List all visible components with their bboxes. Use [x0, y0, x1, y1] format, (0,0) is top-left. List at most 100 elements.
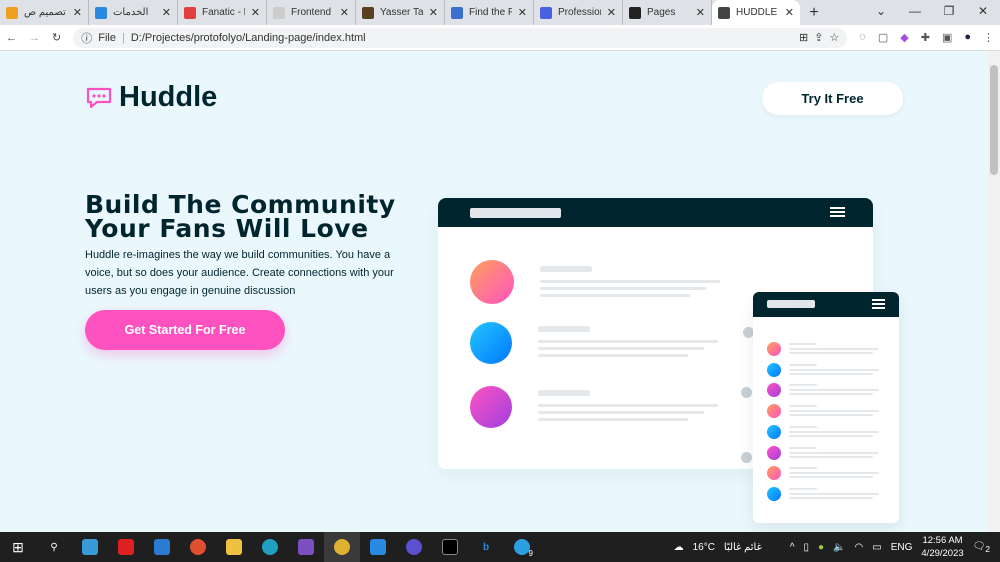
favicon-icon — [273, 6, 285, 19]
toolbar: ← → ↻ ⓘ File | D:/Projectes/protofolyo/L… — [0, 25, 1000, 51]
share-icon[interactable]: ⇪ — [814, 31, 823, 44]
description: Huddle re-imagines the way we build comm… — [85, 249, 394, 297]
info-icon: ⓘ — [81, 32, 93, 45]
bing-icon[interactable]: b — [468, 532, 504, 562]
close-tab-icon[interactable]: ✕ — [518, 6, 527, 19]
weather-text[interactable]: غائم غالبًا — [724, 542, 762, 553]
tab[interactable]: الخدمات ✕ — [89, 0, 178, 25]
search-icon[interactable]: ⚲ — [36, 532, 72, 562]
mockup-mobile — [753, 292, 899, 523]
headline: Build The Community Your Fans Will Love — [85, 190, 396, 243]
profile-avatar[interactable]: ● — [964, 31, 971, 44]
favicon-icon — [629, 6, 641, 19]
store-icon[interactable] — [72, 532, 108, 562]
forward-icon[interactable]: → — [29, 32, 40, 44]
scrollbar[interactable] — [988, 51, 1000, 532]
language[interactable]: ENG — [891, 542, 913, 553]
tab-title: Fanatic - F — [202, 7, 245, 18]
file-label: File — [98, 31, 116, 44]
tab-title: تصميم ص — [24, 7, 66, 18]
side-panel-icon[interactable]: ▣ — [942, 31, 952, 44]
extension-icon[interactable]: ▢ — [878, 31, 888, 44]
chrome-icon[interactable] — [324, 532, 360, 562]
weather-temp[interactable]: 16°C — [693, 542, 715, 553]
address-bar[interactable]: ⓘ File | D:/Projectes/protofolyo/Landing… — [73, 27, 848, 48]
tab[interactable]: Find the Pr ✕ — [445, 0, 534, 25]
meet-icon[interactable]: ▯ — [804, 542, 810, 553]
tab-title: HUDDLE — [736, 7, 778, 18]
favicon-icon — [451, 6, 463, 19]
youtube-icon[interactable] — [108, 532, 144, 562]
bookmark-star-icon[interactable]: ☆ — [829, 31, 839, 44]
puzzle-icon[interactable]: ✚ — [921, 31, 930, 44]
close-tab-icon[interactable]: ✕ — [340, 6, 349, 19]
mail-icon[interactable] — [144, 532, 180, 562]
logo[interactable]: Huddle — [85, 81, 217, 114]
new-tab-button[interactable]: + — [800, 0, 828, 25]
tab-title: Find the Pr — [469, 7, 512, 18]
folder-icon[interactable] — [216, 532, 252, 562]
taskbar: ⊞ ⚲ b 9 ☁ 16°C غائم غالبًا ^ ▯ ● 🔈 ◠ ▭ E… — [0, 532, 1000, 562]
close-tab-icon[interactable]: ✕ — [73, 6, 82, 19]
close-tab-icon[interactable]: ✕ — [696, 6, 705, 19]
tab-title: Professiona — [558, 7, 601, 18]
close-tab-icon[interactable]: ✕ — [429, 6, 438, 19]
extension-icon[interactable]: ◆ — [900, 31, 908, 44]
tab-title: Pages — [647, 7, 676, 18]
translate-icon[interactable]: ⊞ — [799, 31, 808, 44]
terminal-icon[interactable] — [432, 532, 468, 562]
tab[interactable]: تصميم ص ✕ — [0, 0, 89, 25]
app-icon[interactable] — [180, 532, 216, 562]
tab[interactable]: Professiona ✕ — [534, 0, 623, 25]
start-button[interactable]: ⊞ — [0, 532, 36, 562]
close-tab-icon[interactable]: ✕ — [162, 6, 171, 19]
landing-page: Huddle Try It Free Build The Community Y… — [0, 51, 988, 532]
close-window-button[interactable]: ✕ — [966, 0, 1000, 22]
try-it-free-button[interactable]: Try It Free — [762, 82, 903, 115]
extension-icon[interactable]: ◌ — [859, 31, 866, 44]
clock[interactable]: 12:56 AM 4/29/2023 — [921, 534, 963, 560]
chevron-up-icon[interactable]: ^ — [790, 542, 795, 553]
tab[interactable]: Pages ✕ — [623, 0, 712, 25]
maximize-button[interactable]: ❐ — [932, 0, 966, 22]
tab[interactable]: Frontend M ✕ — [267, 0, 356, 25]
back-icon[interactable]: ← — [6, 32, 17, 44]
tab-search-icon[interactable]: ⌄ — [864, 0, 898, 22]
tab-title: Frontend M — [291, 7, 334, 18]
app-tray-icon[interactable]: ● — [818, 542, 824, 553]
reload-icon[interactable]: ↻ — [52, 31, 61, 44]
notifications-icon[interactable]: 🗨2 — [973, 541, 990, 554]
badge: 9 — [528, 549, 533, 558]
telegram-icon[interactable]: 9 — [504, 532, 540, 562]
close-tab-icon[interactable]: ✕ — [251, 6, 260, 19]
url-text: D:/Projectes/protofolyo/Landing-page/ind… — [130, 31, 366, 44]
tab-strip: تصميم ص✕الخدمات✕Fanatic - F✕Frontend M✕Y… — [0, 0, 1000, 25]
weather-icon[interactable]: ☁ — [674, 542, 684, 553]
hamburger-icon — [830, 207, 845, 219]
tab-title: الخدمات — [113, 7, 149, 18]
get-started-button[interactable]: Get Started For Free — [85, 310, 285, 350]
minimize-button[interactable]: — — [898, 0, 932, 22]
favicon-icon — [362, 6, 374, 19]
battery-icon[interactable]: ▭ — [872, 542, 881, 553]
app-icon[interactable] — [396, 532, 432, 562]
menu-icon[interactable]: ⋮ — [983, 31, 994, 44]
edge-icon[interactable] — [252, 532, 288, 562]
tab[interactable]: Fanatic - F ✕ — [178, 0, 267, 25]
tab[interactable]: HUDDLE ✕ — [712, 0, 800, 25]
tab-title: Yasser Taw — [380, 7, 423, 18]
volume-icon[interactable]: 🔈 — [833, 542, 845, 553]
favicon-icon — [6, 6, 18, 19]
favicon-icon — [718, 6, 730, 19]
chat-bubble-icon — [86, 87, 112, 108]
vscode-icon[interactable] — [360, 532, 396, 562]
close-tab-icon[interactable]: ✕ — [607, 6, 616, 19]
favicon-icon — [184, 6, 196, 19]
favicon-icon — [95, 6, 107, 19]
favicon-icon — [540, 6, 552, 19]
close-tab-icon[interactable]: ✕ — [785, 6, 794, 19]
tab[interactable]: Yasser Taw ✕ — [356, 0, 445, 25]
visual-studio-icon[interactable] — [288, 532, 324, 562]
wifi-icon[interactable]: ◠ — [855, 542, 864, 553]
logo-text: Huddle — [119, 81, 218, 113]
